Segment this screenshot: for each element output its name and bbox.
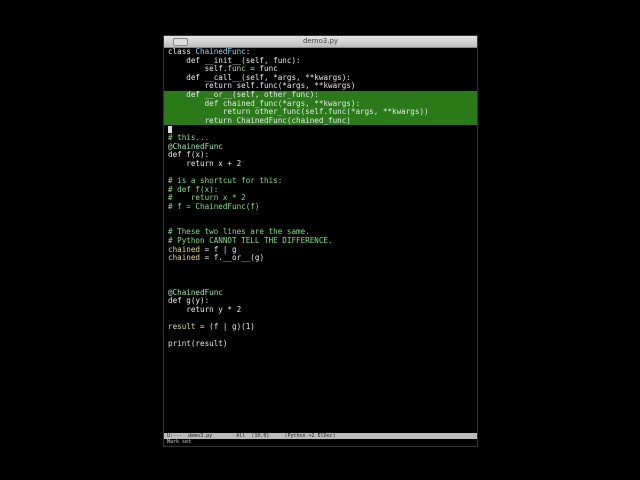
modeline-line-col: (10,0)	[251, 433, 270, 439]
minibuffer[interactable]: Mark set	[167, 439, 191, 445]
code-line: chained = f.__or__(g)	[168, 253, 477, 263]
code-token: print(result)	[168, 339, 228, 349]
code-line: print(result)	[168, 339, 477, 349]
modeline-position: All	[236, 433, 246, 439]
editor-window: demo3.py class ChainedFunc: def __init__…	[163, 35, 478, 447]
modeline-buffer: demo3.py	[188, 433, 213, 439]
code-line: result = (f | g)(1)	[168, 322, 477, 332]
code-line: return ChainedFunc(chained_func)	[164, 115, 477, 126]
code-buffer[interactable]: class ChainedFunc: def __init__(self, fu…	[164, 47, 477, 349]
code-token: result	[168, 322, 196, 331]
mode-line: U:--- demo3.py All (10,0) (Python +2 ElD…	[164, 433, 477, 439]
code-line: return x + 2	[168, 158, 477, 169]
code-line: # f = ChainedFunc(f)	[168, 201, 477, 212]
modeline-modes: (Python +2 ElDoc)	[284, 433, 336, 439]
code-token: = (f | g)(1)	[195, 322, 255, 331]
code-line: return y * 2	[168, 304, 477, 315]
code-token: # f = ChainedFunc(f)	[168, 201, 260, 211]
code-line	[168, 125, 477, 134]
code-token: return y * 2	[168, 304, 242, 314]
code-line: @ChainedFunc	[168, 288, 477, 298]
code-token: chained	[168, 253, 201, 263]
code-token: = f.__or__(g)	[200, 253, 265, 263]
text-cursor	[168, 125, 172, 133]
code-line: @ChainedFunc	[168, 142, 477, 152]
window-title: demo3.py	[302, 37, 339, 45]
code-token: return x + 2	[168, 158, 242, 168]
code-token: return ChainedFunc(chained_func)	[168, 115, 351, 125]
